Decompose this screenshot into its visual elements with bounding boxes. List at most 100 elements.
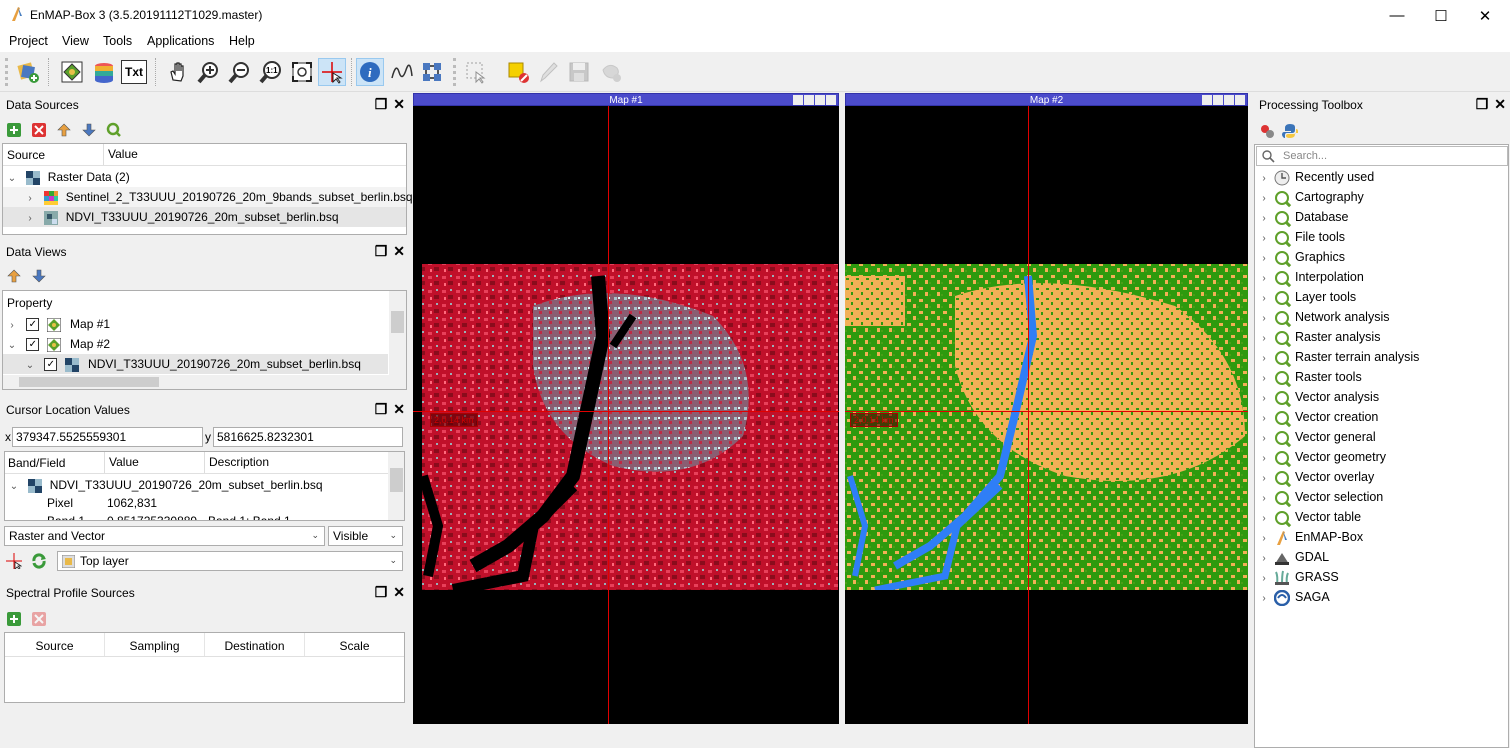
- menu-applications[interactable]: Applications: [147, 34, 214, 48]
- processing-group-row[interactable]: › Raster tools: [1255, 367, 1508, 387]
- qgis-sync-icon[interactable]: [106, 122, 122, 138]
- remove-icon[interactable]: [31, 122, 47, 138]
- remove-icon[interactable]: [31, 611, 47, 627]
- processing-group-row[interactable]: › Network analysis: [1255, 307, 1508, 327]
- chevron-right-icon[interactable]: ›: [1257, 569, 1271, 589]
- add-icon[interactable]: [6, 122, 22, 138]
- map-edit-icon[interactable]: [804, 95, 814, 105]
- float-icon[interactable]: [815, 95, 825, 105]
- chevron-down-icon[interactable]: ⌄: [7, 477, 21, 497]
- collapse-all-icon[interactable]: [56, 122, 72, 138]
- sync-maps-icon[interactable]: [418, 58, 446, 86]
- float-icon[interactable]: ❐: [375, 401, 388, 418]
- chevron-right-icon[interactable]: ›: [1257, 269, 1271, 289]
- identify-icon[interactable]: i: [356, 58, 384, 86]
- chevron-right-icon[interactable]: ›: [1257, 449, 1271, 469]
- close-icon[interactable]: ✕: [1494, 96, 1506, 113]
- vertical-scrollbar[interactable]: [388, 452, 404, 520]
- float-icon[interactable]: ❐: [375, 584, 388, 601]
- maximize-button[interactable]: ☐: [1418, 0, 1464, 31]
- close-icon[interactable]: [1235, 95, 1245, 105]
- chevron-right-icon[interactable]: ›: [1257, 429, 1271, 449]
- tree-ndvi-layer[interactable]: ⌄ ✓ NDVI_T33UUU_20190726_20m_subset_berl…: [3, 354, 388, 374]
- close-icon[interactable]: ✕: [393, 243, 405, 260]
- processing-group-row[interactable]: › GDAL: [1255, 547, 1508, 567]
- x-coordinate-field[interactable]: 379347.5525559301: [12, 427, 203, 447]
- map1-visibility-checkbox[interactable]: ✓: [26, 318, 40, 332]
- map2-visibility-checkbox[interactable]: ✓: [26, 338, 40, 352]
- zoom-full-icon[interactable]: [288, 58, 316, 86]
- menu-project[interactable]: Project: [9, 34, 48, 48]
- add-datasource-icon[interactable]: [14, 58, 42, 86]
- processing-group-row[interactable]: › Vector general: [1255, 427, 1508, 447]
- search-input[interactable]: Search...: [1256, 146, 1508, 166]
- chevron-right-icon[interactable]: ›: [1257, 529, 1271, 549]
- processing-group-row[interactable]: › Vector creation: [1255, 407, 1508, 427]
- add-icon[interactable]: [6, 611, 22, 627]
- cursor-pick-icon[interactable]: [6, 553, 22, 569]
- map-1-canvas[interactable]: 2,0.14 km: [413, 106, 839, 724]
- processing-group-row[interactable]: › Layer tools: [1255, 287, 1508, 307]
- chevron-right-icon[interactable]: ›: [5, 316, 19, 336]
- models-icon[interactable]: [1259, 123, 1275, 139]
- expand-all-icon[interactable]: [31, 268, 47, 284]
- vertical-scrollbar[interactable]: [389, 291, 406, 375]
- chevron-right-icon[interactable]: ›: [1257, 409, 1271, 429]
- chevron-right-icon[interactable]: ›: [23, 189, 37, 209]
- menu-help[interactable]: Help: [229, 34, 255, 48]
- menu-tools[interactable]: Tools: [103, 34, 132, 48]
- map-2-canvas[interactable]: 2,0.14 km: [845, 106, 1248, 724]
- close-icon[interactable]: ✕: [393, 401, 405, 418]
- chevron-right-icon[interactable]: ›: [1257, 229, 1271, 249]
- chevron-right-icon[interactable]: ›: [1257, 209, 1271, 229]
- save-edits-icon[interactable]: [565, 58, 593, 86]
- add-feature-icon[interactable]: [597, 58, 625, 86]
- processing-group-row[interactable]: › Vector overlay: [1255, 467, 1508, 487]
- menu-view[interactable]: View: [62, 34, 89, 48]
- deselect-icon[interactable]: [504, 58, 532, 86]
- raster-data-group[interactable]: ⌄ Raster Data (2): [3, 167, 406, 187]
- y-coordinate-field[interactable]: 5816625.8232301: [213, 427, 403, 447]
- tree-map-1[interactable]: › ✓ Map #1: [3, 314, 388, 334]
- chevron-right-icon[interactable]: ›: [1257, 249, 1271, 269]
- chevron-right-icon[interactable]: ›: [1257, 589, 1271, 609]
- col-source[interactable]: Source: [5, 633, 105, 656]
- float-icon[interactable]: ❐: [375, 243, 388, 260]
- chevron-right-icon[interactable]: ›: [1257, 369, 1271, 389]
- chevron-right-icon[interactable]: ›: [1257, 489, 1271, 509]
- zoom-out-icon[interactable]: [225, 58, 253, 86]
- pan-icon[interactable]: [164, 58, 192, 86]
- chevron-right-icon[interactable]: ›: [1257, 389, 1271, 409]
- new-textview-icon[interactable]: Txt: [121, 60, 147, 84]
- tree-map-2[interactable]: ⌄ ✓ Map #2: [3, 334, 388, 354]
- python-icon[interactable]: [1282, 123, 1298, 139]
- top-layer-combo[interactable]: Top layer ⌄: [57, 551, 403, 571]
- cursor-location-icon[interactable]: [318, 58, 346, 86]
- horizontal-scrollbar[interactable]: [3, 375, 406, 389]
- expand-all-icon[interactable]: [81, 122, 97, 138]
- float-icon[interactable]: ❐: [1476, 96, 1489, 113]
- close-button[interactable]: ✕: [1462, 0, 1508, 31]
- col-scale[interactable]: Scale: [305, 633, 404, 656]
- chevron-right-icon[interactable]: ›: [1257, 469, 1271, 489]
- float-icon[interactable]: [1224, 95, 1234, 105]
- edit-pencil-icon[interactable]: [534, 58, 562, 86]
- raster-vector-combo[interactable]: Raster and Vector ⌄: [4, 526, 325, 546]
- minimize-button[interactable]: —: [1374, 0, 1420, 31]
- processing-group-row[interactable]: › SAGA: [1255, 587, 1508, 607]
- close-icon[interactable]: [826, 95, 836, 105]
- chevron-right-icon[interactable]: ›: [1257, 329, 1271, 349]
- col-sampling[interactable]: Sampling: [105, 633, 205, 656]
- collapse-all-icon[interactable]: [6, 268, 22, 284]
- chevron-right-icon[interactable]: ›: [1257, 509, 1271, 529]
- new-speclib-icon[interactable]: [90, 58, 118, 86]
- spectral-profile-icon[interactable]: [388, 58, 416, 86]
- processing-group-row[interactable]: › Vector table: [1255, 507, 1508, 527]
- close-icon[interactable]: ✕: [393, 584, 405, 601]
- processing-group-row[interactable]: › Cartography: [1255, 187, 1508, 207]
- processing-group-row[interactable]: › GRASS: [1255, 567, 1508, 587]
- processing-group-row[interactable]: › EnMAP-Box: [1255, 527, 1508, 547]
- cursor-layer-row[interactable]: ⌄ NDVI_T33UUU_20190726_20m_subset_berlin…: [5, 475, 323, 495]
- zoom-native-icon[interactable]: 1:1: [256, 58, 284, 86]
- visible-combo[interactable]: Visible ⌄: [328, 526, 403, 546]
